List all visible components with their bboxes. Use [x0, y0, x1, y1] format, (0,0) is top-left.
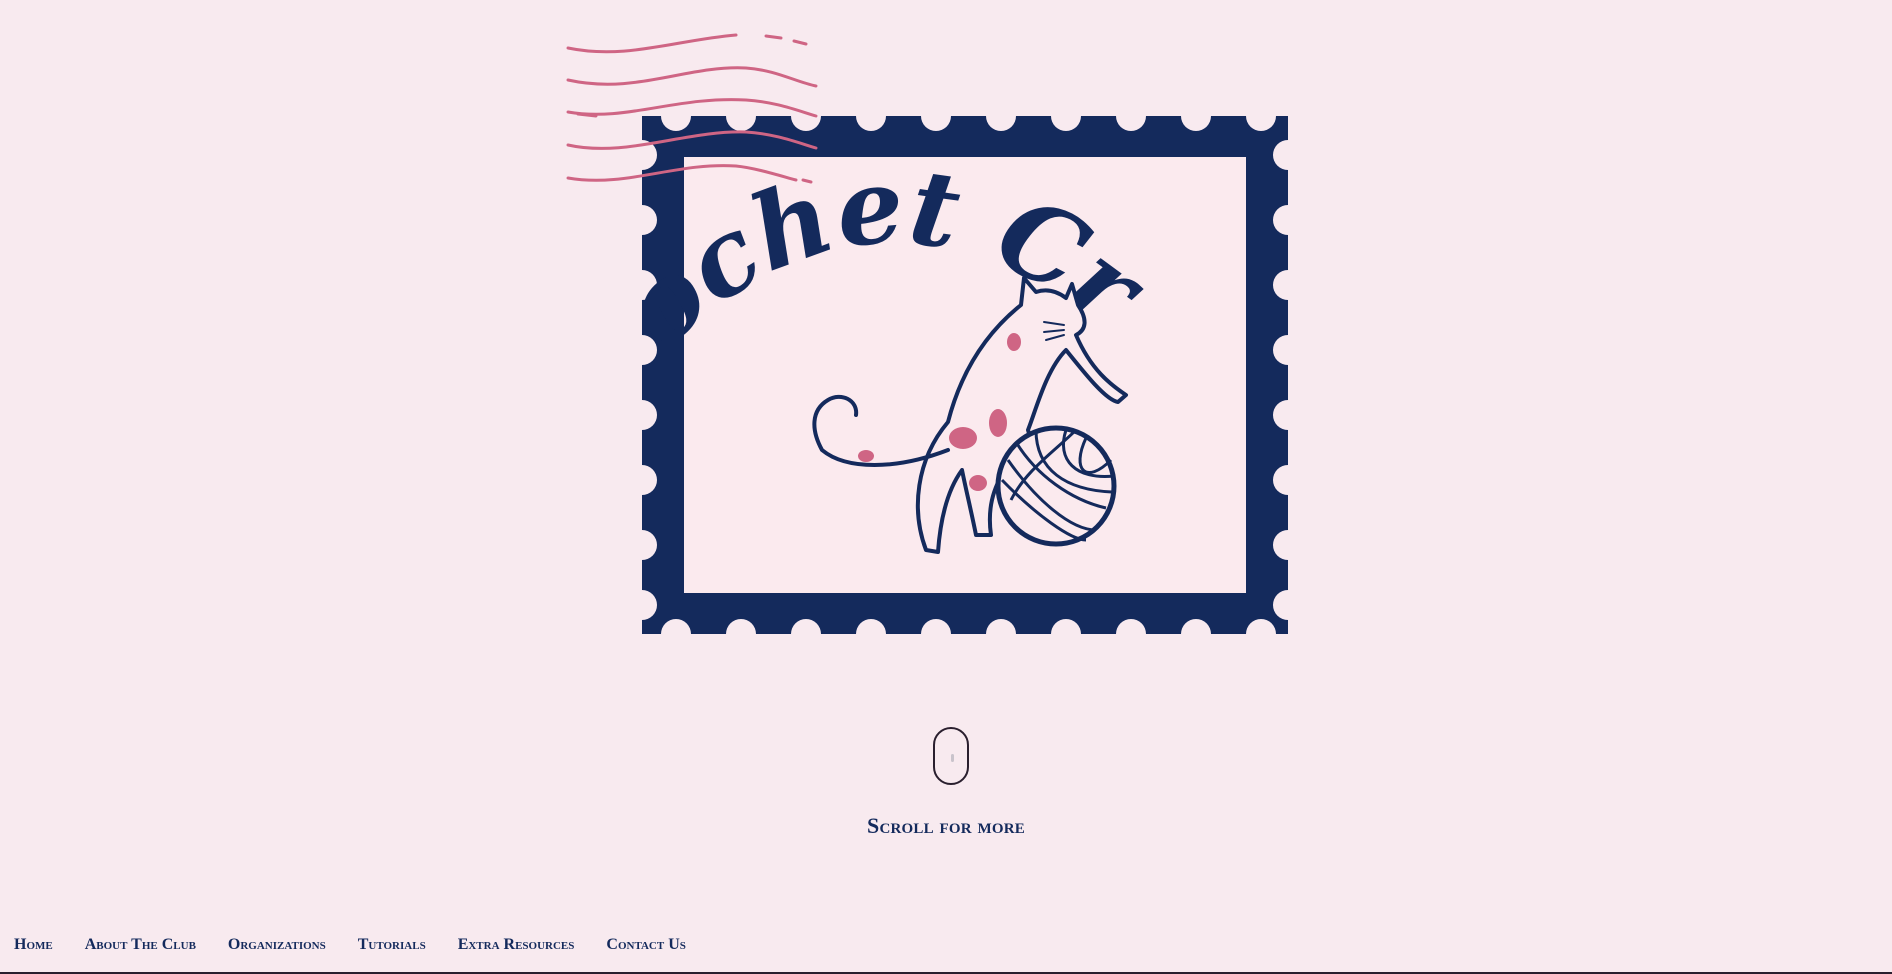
- nav-item-contact-us[interactable]: Contact Us: [606, 936, 685, 954]
- nav-item-extra-resources[interactable]: Extra Resources: [458, 936, 575, 954]
- nav-item-about-the-club[interactable]: About The Club: [85, 936, 196, 954]
- nav-item-home[interactable]: Home: [14, 936, 53, 954]
- scroll-wheel-dot: [951, 754, 954, 762]
- crochet-crew-logo: Crochet Crew: [566, 30, 1296, 640]
- stamp-icon: Crochet Crew: [566, 30, 1296, 640]
- main-navigation: Home About The Club Organizations Tutori…: [14, 936, 686, 954]
- nav-item-tutorials[interactable]: Tutorials: [358, 936, 426, 954]
- nav-item-organizations[interactable]: Organizations: [228, 936, 326, 954]
- scroll-for-more-label: Scroll for more: [867, 813, 1025, 838]
- mouse-scroll-icon[interactable]: [933, 727, 969, 785]
- yarn-ball-icon: [995, 425, 1117, 547]
